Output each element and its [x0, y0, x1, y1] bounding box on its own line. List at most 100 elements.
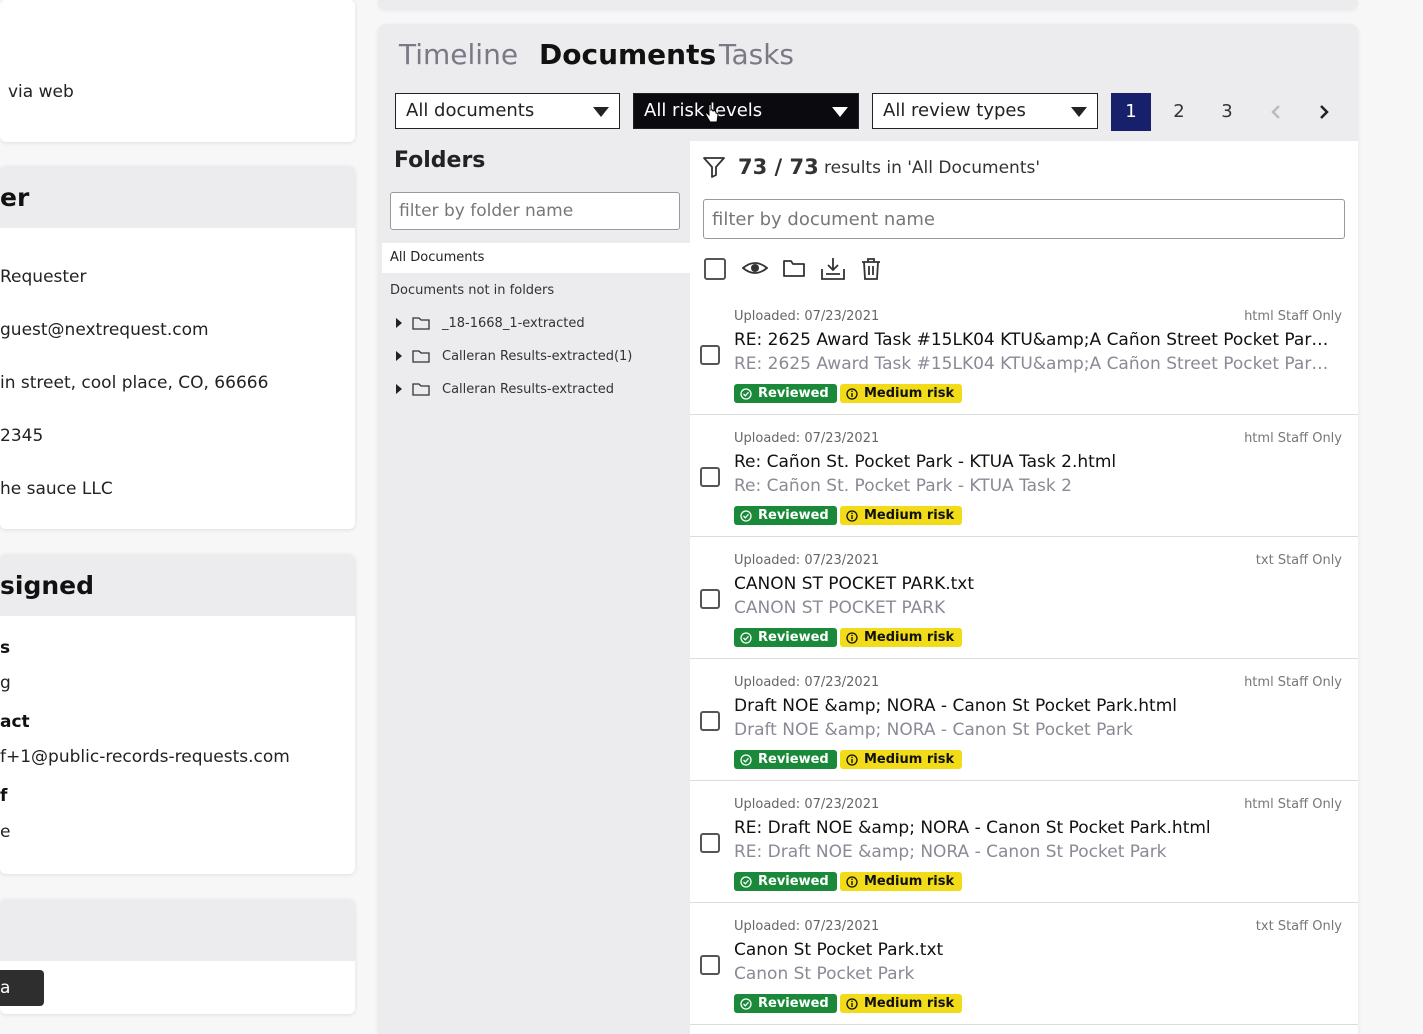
folder-item-label: Calleran Results-extracted(1): [442, 348, 633, 364]
requester-card: er Requester guest@nextrequest.com in st…: [0, 166, 355, 529]
document-meta: txt Staff Only: [1255, 553, 1342, 568]
upload-date: Uploaded: 07/23/2021: [734, 309, 880, 324]
tab-documents[interactable]: Documents: [539, 38, 716, 71]
request-source-text: via web: [8, 82, 74, 102]
check-circle-icon: [740, 631, 752, 644]
tab-tasks[interactable]: Tasks: [719, 38, 794, 71]
document-checkbox[interactable]: [700, 589, 720, 609]
document-subtitle: Draft NOE &amp; NORA - Canon St Pocket P…: [734, 720, 1133, 740]
risk-filter-value: All risk levels: [644, 100, 763, 121]
review-filter-value: All review types: [883, 100, 1026, 121]
document-row[interactable]: Uploaded: 07/23/2021 html Staff Only RE:…: [690, 781, 1358, 903]
assigned-card-header: signed: [0, 554, 355, 616]
document-row[interactable]: Uploaded: 07/23/2021 html Staff Only Dra…: [690, 659, 1358, 781]
check-circle-icon: [740, 387, 752, 400]
documents-filter-value: All documents: [406, 100, 535, 121]
document-filter-input[interactable]: [703, 199, 1345, 239]
chevron-down-icon: [832, 107, 848, 117]
check-circle-icon: [740, 509, 752, 522]
document-row[interactable]: Uploaded: 07/23/2021 html Staff Only Re:…: [690, 415, 1358, 537]
document-name[interactable]: Canon St Pocket Park.txt: [734, 940, 943, 960]
document-row[interactable]: Uploaded: 07/23/2021 html Staff Only RE:…: [690, 293, 1358, 415]
bottom-left-card-header: [0, 899, 355, 961]
page-2-button[interactable]: 2: [1160, 93, 1198, 131]
document-meta: html Staff Only: [1244, 675, 1342, 690]
next-page-button[interactable]: [1305, 93, 1343, 131]
document-subtitle: Re: Cañon St. Pocket Park - KTUA Task 2: [734, 476, 1072, 496]
reviewed-badge: Reviewed: [734, 750, 837, 769]
assigned-card: signed s g act f+1@public-records-reques…: [0, 554, 355, 874]
tab-timeline[interactable]: Timeline: [399, 38, 518, 71]
document-checkbox[interactable]: [700, 467, 720, 487]
folder-all-documents[interactable]: All Documents: [382, 243, 690, 273]
check-circle-icon: [740, 875, 752, 888]
document-row[interactable]: Uploaded: 07/23/2021 txt Staff Only Cano…: [690, 903, 1358, 1025]
document-meta: html Staff Only: [1244, 431, 1342, 446]
check-circle-icon: [740, 997, 752, 1010]
document-name[interactable]: Draft NOE &amp; NORA - Canon St Pocket P…: [734, 696, 1177, 716]
folder-icon: [412, 350, 430, 363]
document-row[interactable]: Uploaded: 07/23/2021 txt Staff Only CANO…: [690, 537, 1358, 659]
page-3-button[interactable]: 3: [1208, 93, 1246, 131]
download-icon[interactable]: [820, 257, 846, 281]
risk-badge: Medium risk: [840, 506, 963, 525]
top-card-edge: [378, 0, 1358, 10]
document-checkbox[interactable]: [700, 345, 720, 365]
expand-icon[interactable]: [396, 318, 402, 328]
reviewed-badge: Reviewed: [734, 384, 837, 403]
document-name[interactable]: RE: 2625 Award Task #15LK04 KTU&amp;A Ca…: [734, 330, 1330, 350]
reviewed-badge-label: Reviewed: [758, 874, 829, 889]
folder-icon: [412, 383, 430, 396]
requester-email: guest@nextrequest.com: [0, 320, 209, 340]
expand-icon[interactable]: [396, 351, 402, 361]
reviewed-badge-label: Reviewed: [758, 996, 829, 1011]
folder-item[interactable]: Calleran Results-extracted: [396, 378, 614, 400]
upload-date: Uploaded: 07/23/2021: [734, 675, 880, 690]
assigned-value-1: g: [0, 673, 11, 693]
folder-item[interactable]: Calleran Results-extracted(1): [396, 345, 632, 367]
request-source-card: via web: [0, 0, 355, 142]
documents-filter-dropdown[interactable]: All documents: [395, 93, 620, 129]
folders-title: Folders: [394, 148, 486, 173]
info-circle-icon: [846, 509, 858, 522]
folder-filter-input[interactable]: [390, 192, 680, 230]
reviewed-badge: Reviewed: [734, 628, 837, 647]
document-checkbox[interactable]: [700, 955, 720, 975]
result-count: 73 / 73: [738, 155, 819, 179]
trash-icon[interactable]: [861, 257, 881, 281]
filter-icon[interactable]: [702, 155, 726, 179]
review-filter-dropdown[interactable]: All review types: [872, 93, 1098, 129]
reviewed-badge-label: Reviewed: [758, 752, 829, 767]
tag-chip[interactable]: a: [0, 970, 44, 1006]
folder-icon[interactable]: [782, 257, 806, 279]
risk-badge-label: Medium risk: [864, 752, 955, 767]
assigned-label-1: s: [0, 638, 11, 658]
page-1-button[interactable]: 1: [1111, 93, 1151, 131]
documents-panel: 73 / 73 results in 'All Documents' Uploa…: [690, 141, 1358, 1034]
document-subtitle: CANON ST POCKET PARK: [734, 598, 946, 618]
assigned-value-3: e: [0, 822, 11, 842]
info-circle-icon: [846, 387, 858, 400]
expand-icon[interactable]: [396, 384, 402, 394]
document-name[interactable]: RE: Draft NOE &amp; NORA - Canon St Pock…: [734, 818, 1211, 838]
risk-badge-label: Medium risk: [864, 996, 955, 1011]
assigned-contact-email[interactable]: f+1@public-records-requests.com: [0, 747, 290, 767]
reviewed-badge: Reviewed: [734, 994, 837, 1013]
risk-filter-dropdown[interactable]: All risk levels: [633, 93, 859, 129]
bottom-left-card: [0, 899, 355, 1014]
folder-item[interactable]: _18-1668_1-extracted: [396, 312, 585, 334]
upload-date: Uploaded: 07/23/2021: [734, 797, 880, 812]
select-all-checkbox[interactable]: [704, 258, 726, 280]
folder-not-in-folders[interactable]: Documents not in folders: [390, 283, 554, 298]
requester-company: he sauce LLC: [0, 479, 113, 499]
chevron-down-icon: [1071, 107, 1087, 117]
requester-name: Requester: [0, 267, 87, 287]
requester-address: in street, cool place, CO, 66666: [0, 373, 269, 393]
document-name[interactable]: CANON ST POCKET PARK.txt: [734, 574, 974, 594]
document-name[interactable]: Re: Cañon St. Pocket Park - KTUA Task 2.…: [734, 452, 1116, 472]
document-checkbox[interactable]: [700, 833, 720, 853]
eye-icon[interactable]: [742, 257, 768, 279]
document-checkbox[interactable]: [700, 711, 720, 731]
reviewed-badge: Reviewed: [734, 506, 837, 525]
upload-date: Uploaded: 07/23/2021: [734, 919, 880, 934]
